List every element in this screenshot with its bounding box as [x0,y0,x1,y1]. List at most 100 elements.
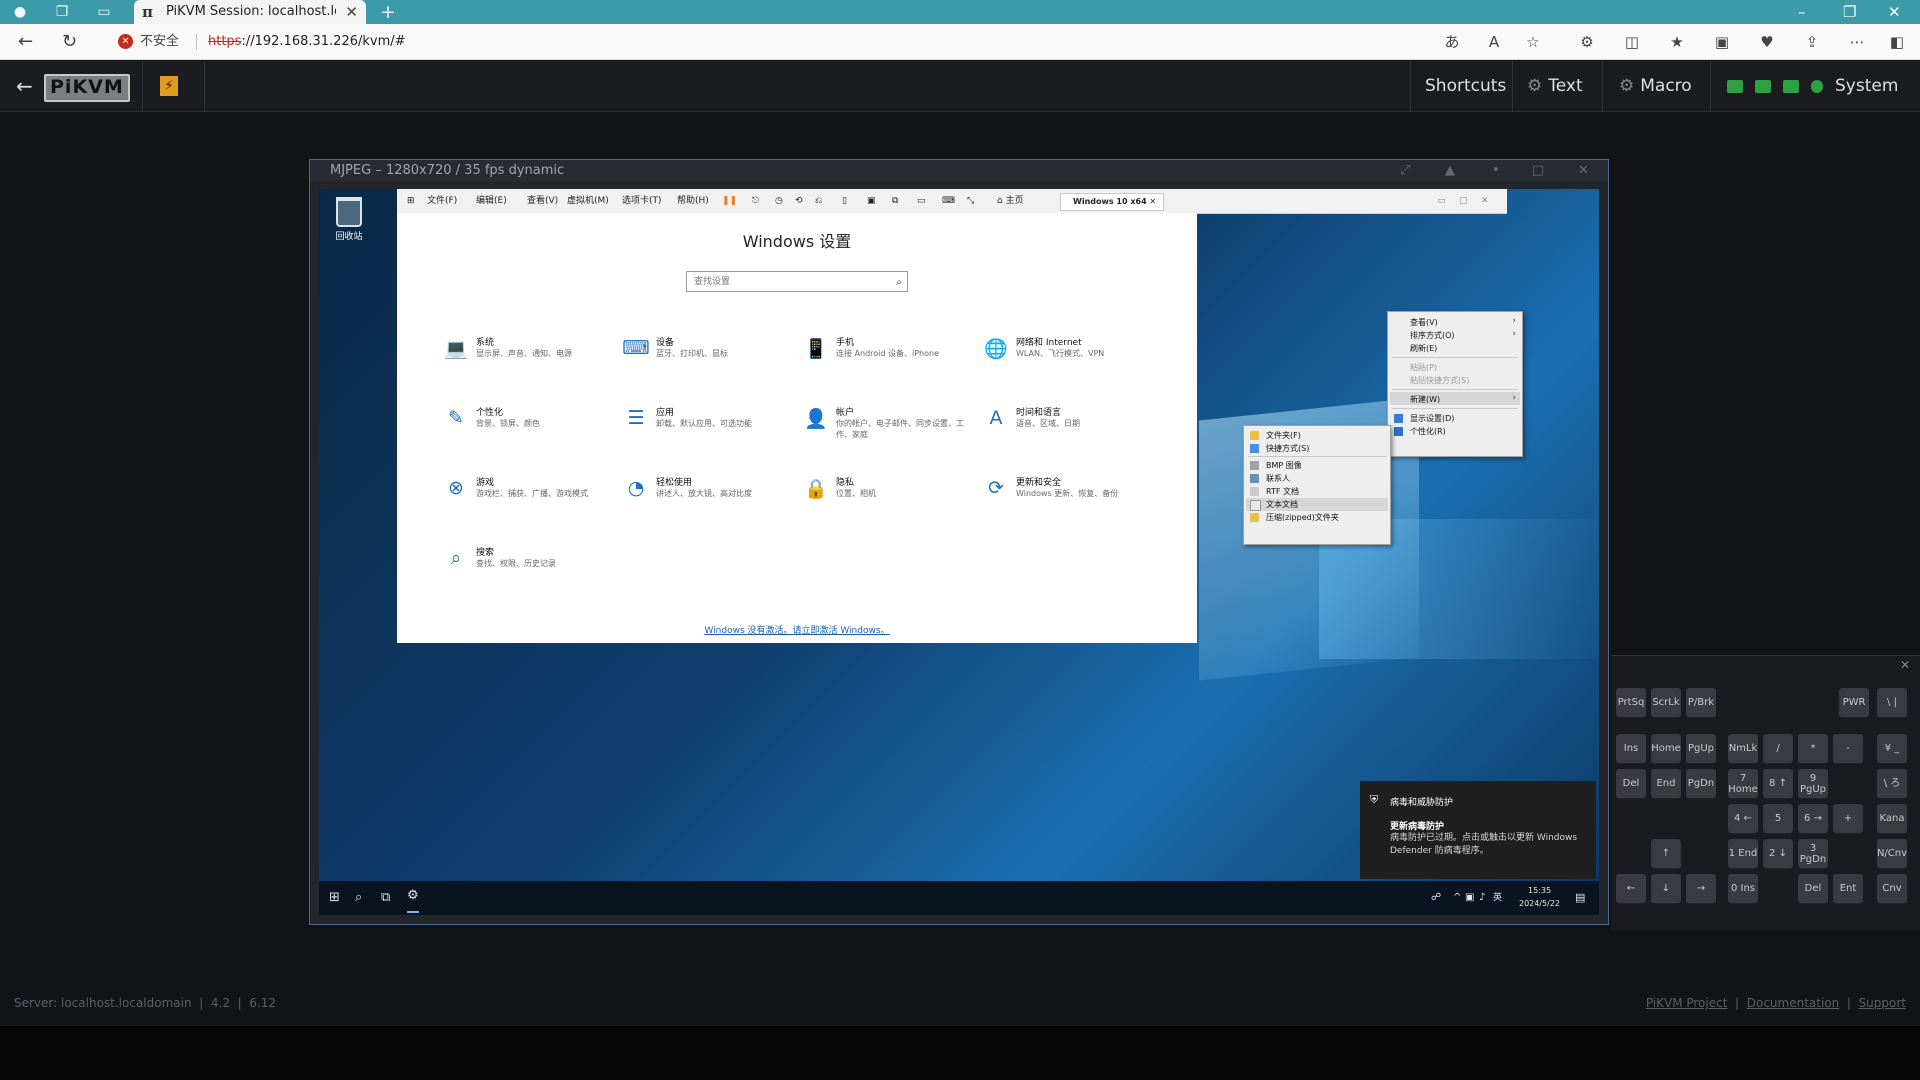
submenu-item-contact[interactable]: 联系人 [1266,473,1290,484]
context-item-personalize[interactable]: 个性化(R) [1410,426,1446,437]
key-arrow-left[interactable]: ← [1616,874,1646,903]
notification-toast[interactable]: ⛨ 病毒和威胁防护 更新病毒防护 病毒防护已过期。点击或触击以更新 Window… [1360,781,1596,879]
key-num7[interactable]: 7 Home [1728,769,1758,798]
action-center-icon[interactable]: ▤ [1575,881,1585,915]
key-num0[interactable]: 0 Ins [1728,874,1758,903]
reload-icon[interactable]: ↻ [62,24,77,60]
vm-menu-tabs[interactable]: 选项卡(T) [622,189,662,213]
settings-item-personalization[interactable]: ✎ 个性化 背景、锁屏、颜色 [442,405,617,455]
workspaces-icon[interactable]: ❐ [48,0,76,24]
key-pbrk[interactable]: P/Brk [1686,688,1716,717]
vm-menu-vm[interactable]: 虚拟机(M) [567,189,609,213]
key-scrlk[interactable]: ScrLk [1651,688,1681,717]
key-num6[interactable]: 6 → [1798,804,1828,833]
link-documentation[interactable]: Documentation [1747,996,1840,1010]
key-cnv[interactable]: Cnv [1877,874,1907,903]
settings-item-accounts[interactable]: 👤 帐户 你的帐户、电子邮件、同步设置、工作、家庭 [802,405,977,455]
key-num-plus[interactable]: + [1833,804,1863,833]
new-tab-button[interactable]: + [380,0,396,24]
key-end[interactable]: End [1651,769,1681,798]
key-num9[interactable]: 9 PgUp [1798,769,1828,798]
key-num-del[interactable]: Del [1798,874,1828,903]
key-num-enter[interactable]: Ent [1833,874,1863,903]
revert-icon[interactable]: ⟲ [795,189,803,213]
vm-close-icon[interactable]: ✕ [1481,189,1489,213]
key-ncnv[interactable]: N/Cnv [1877,839,1907,868]
settings-item-time-language[interactable]: A 时间和语言 语音、区域、日期 [982,405,1157,455]
menu-system[interactable]: System [1710,61,1920,112]
back-icon[interactable]: ← [18,24,33,60]
back-arrow-icon[interactable]: ← [16,61,33,112]
recycle-bin[interactable]: 回收站 [329,197,369,242]
menu-shortcuts[interactable]: Shortcuts [1410,61,1511,112]
close-tab-icon[interactable]: ✕ [345,0,358,24]
context-item-new[interactable]: 新建(W) [1410,394,1440,405]
settings-item-network[interactable]: 🌐 网络和 Internet WLAN、飞行模式、VPN [982,335,1157,385]
extensions-icon[interactable]: ⚙ [1575,24,1599,60]
stretch-icon[interactable]: ⤡ [967,189,974,213]
volume-icon[interactable]: ♪ [1479,881,1485,915]
pause-icon[interactable]: ❚❚ [722,189,737,213]
submenu-item-bmp[interactable]: BMP 图像 [1266,460,1302,471]
unity-icon[interactable]: ⧉ [892,189,898,213]
link-pikvm-project[interactable]: PiKVM Project [1646,996,1728,1010]
terminal-icon[interactable]: ⌨ [942,189,955,213]
browser-essentials-icon[interactable]: ♥ [1755,24,1779,60]
settings-item-system[interactable]: 💻 系统 显示屏、声音、通知、电源 [442,335,617,385]
key-num3[interactable]: 3 PgDn [1798,839,1828,868]
split-screen-icon[interactable]: ◫ [1620,24,1644,60]
settings-item-devices[interactable]: ⌨ 设备 蓝牙、打印机、鼠标 [622,335,797,385]
home-tab[interactable]: ⌂ 主页 [997,189,1024,213]
menu-macro[interactable]: ⚙ Macro [1602,61,1727,112]
windows-start-icon[interactable]: ⊞ [329,881,340,915]
key-del[interactable]: Del [1616,769,1646,798]
context-item-display[interactable]: 显示设置(D) [1410,413,1454,424]
security-warning-icon[interactable]: ✕ [118,34,133,49]
settings-item-phone[interactable]: 📱 手机 连接 Android 设备、iPhone [802,335,977,385]
submenu-item-text[interactable]: 文本文档 [1266,499,1298,510]
view-icon[interactable]: ▯ [842,189,847,213]
key-num-multiply[interactable]: * [1798,734,1828,763]
pikvm-logo[interactable]: PiKVM [44,74,130,102]
person-tray-icon[interactable]: ☍ [1431,881,1441,915]
chevron-up-icon[interactable]: ^ [1453,881,1461,915]
manage-snapshots-icon[interactable]: ⎌ [815,189,822,213]
url-field[interactable]: https://192.168.31.226/kvm/# [208,24,406,60]
settings-item-ease-of-access[interactable]: ◔ 轻松使用 讲述人、放大镜、高对比度 [622,475,797,525]
settings-search-input[interactable]: 查找设置 ⌕ [686,271,908,292]
key-num8[interactable]: 8 ↑ [1763,769,1793,798]
vm-tab-windows10[interactable]: Windows 10 x64 ✕ [1060,193,1164,211]
task-view-icon[interactable]: ⧉ [381,881,390,915]
key-num-minus[interactable]: - [1833,734,1863,763]
key-numlock[interactable]: NmLk [1728,734,1758,763]
dot-icon[interactable]: • [1492,160,1500,182]
key-num2[interactable]: 2 ↓ [1763,839,1793,868]
fullscreen-vm-icon[interactable]: ▣ [867,189,876,213]
tab-actions-icon[interactable]: ▭ [90,0,118,24]
vm-menu-help[interactable]: 帮助(H) [677,189,709,213]
settings-item-privacy[interactable]: 🔒 隐私 位置、相机 [802,475,977,525]
vm-menu-file[interactable]: 文件(F) [427,189,457,213]
key-num4[interactable]: 4 ← [1728,804,1758,833]
power-icon[interactable]: ⚡ [160,76,178,96]
vm-minimize-icon[interactable]: ▭ [1437,189,1446,213]
key-home[interactable]: Home [1651,734,1681,763]
context-item-refresh[interactable]: 刷新(E) [1410,343,1437,354]
context-item-view[interactable]: 查看(V) [1410,317,1438,328]
restore-icon[interactable]: ❐ [1843,0,1856,24]
browser-tab[interactable]: π PiKVM Session: localhost.localdo ✕ [134,0,366,24]
activate-windows-link[interactable]: Windows 没有激活。请立即激活 Windows。 [397,623,1197,636]
key-arrow-up[interactable]: ↑ [1651,839,1681,868]
settings-item-update-security[interactable]: ⟳ 更新和安全 Windows 更新、恢复、备份 [982,475,1157,525]
remote-screen[interactable]: 回收站 ⊞ 文件(F) 编辑(E) 查看(V) 虚拟机(M) 选项卡(T) 帮助… [319,189,1599,915]
read-aloud-icon[interactable]: A [1482,24,1506,60]
key-pgup[interactable]: PgUp [1686,734,1716,763]
settings-item-gaming[interactable]: ⊗ 游戏 游戏栏、捕获、广播、游戏模式 [442,475,617,525]
more-icon[interactable]: ⋯ [1845,24,1869,60]
key-ro[interactable]: \ ろ [1877,769,1907,798]
minimize-icon[interactable]: – [1798,0,1806,24]
context-item-sort[interactable]: 排序方式(O) [1410,330,1455,341]
stream-window-header[interactable]: MJPEG – 1280x720 / 35 fps dynamic ⤢ ▲ • … [310,160,1608,182]
security-label[interactable]: 不安全 [140,24,179,60]
favorite-star-icon[interactable]: ☆ [1521,24,1545,60]
